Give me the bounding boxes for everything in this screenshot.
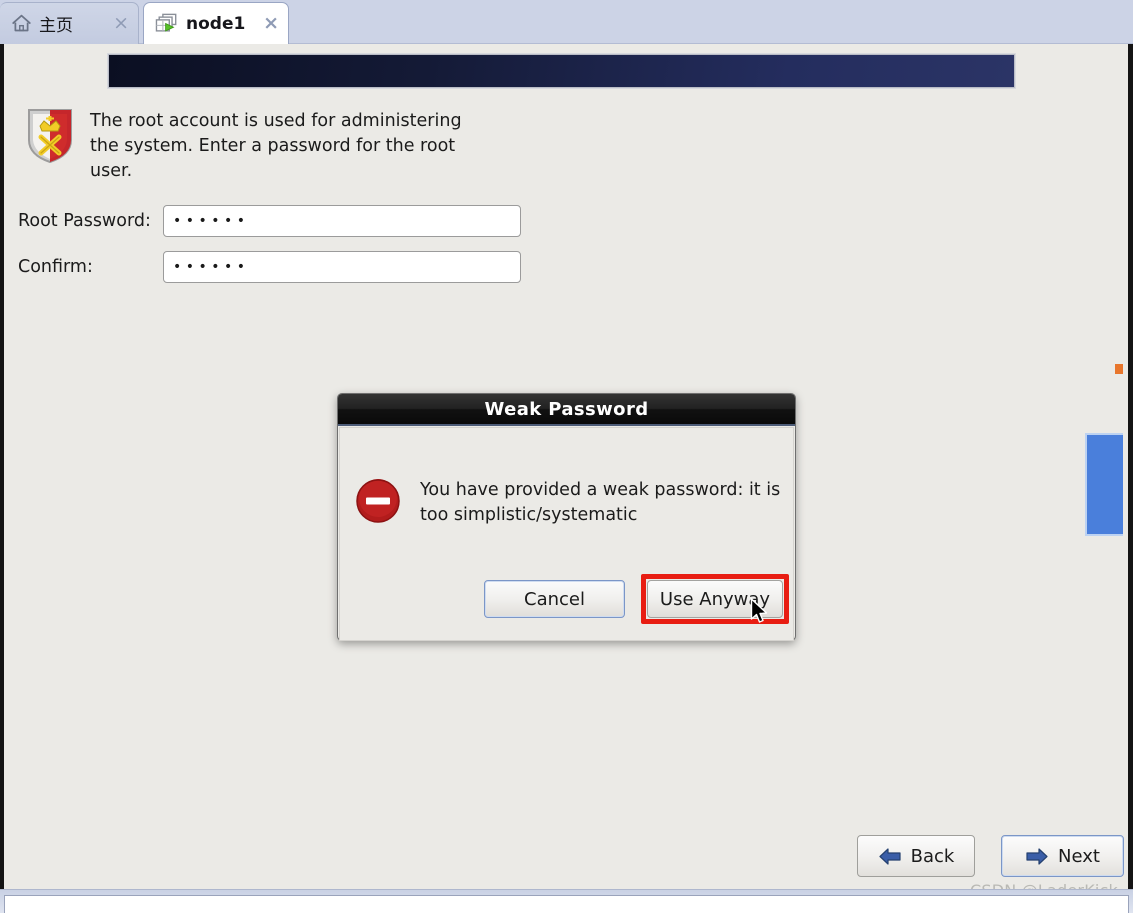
status-bar <box>0 889 1133 913</box>
tab-home-close-icon[interactable]: × <box>103 14 129 33</box>
vm-console-anaconda-installer[interactable]: The root account is used for administeri… <box>0 44 1133 900</box>
dialog-message: You have provided a weak password: it is… <box>420 480 781 525</box>
virt-manager-window: 主页 × node1 × The root account is used fo… <box>0 0 1133 913</box>
confirm-password-label: Confirm: <box>18 257 93 277</box>
home-icon <box>11 13 32 34</box>
dialog-titlebar: Weak Password <box>338 394 795 426</box>
back-button-label: Back <box>910 845 955 867</box>
root-shield-icon <box>24 107 76 169</box>
root-info-text: The root account is used for administeri… <box>90 111 462 181</box>
tab-node1-label: node1 <box>186 13 246 34</box>
root-password-info: The root account is used for administeri… <box>24 107 490 184</box>
tab-bar: 主页 × node1 × <box>0 0 1133 44</box>
root-password-input[interactable]: •••••• <box>163 205 521 237</box>
tab-home[interactable]: 主页 × <box>0 2 139 44</box>
use-anyway-button-label: Use Anyway <box>659 588 771 610</box>
dialog-content: You have provided a weak password: it is… <box>354 477 785 529</box>
dialog-title: Weak Password <box>484 398 649 420</box>
cancel-button[interactable]: Cancel <box>484 580 625 618</box>
arrow-left-icon <box>878 847 902 866</box>
root-password-row: Root Password: •••••• <box>18 205 521 237</box>
clipped-orange-marker <box>1115 364 1123 374</box>
installer-header-banner <box>108 54 1015 88</box>
vm-screen-icon <box>155 13 179 35</box>
back-button[interactable]: Back <box>857 835 975 877</box>
next-button-label: Next <box>1058 845 1100 867</box>
tab-node1[interactable]: node1 × <box>143 2 289 44</box>
status-bar-field <box>4 895 1129 913</box>
dialog-body: You have provided a weak password: it is… <box>339 427 794 641</box>
weak-password-dialog: Weak Password You have provided a weak p… <box>337 393 796 641</box>
clipped-blue-button[interactable] <box>1085 433 1123 536</box>
confirm-password-input[interactable]: •••••• <box>163 251 521 283</box>
root-password-label: Root Password: <box>18 211 151 231</box>
use-anyway-button[interactable]: Use Anyway <box>647 580 783 618</box>
next-button[interactable]: Next <box>1001 835 1124 877</box>
confirm-password-row: Confirm: •••••• <box>18 251 521 283</box>
error-circle-icon <box>354 477 402 529</box>
arrow-right-icon <box>1025 847 1049 866</box>
tab-node1-close-icon[interactable]: × <box>253 14 279 33</box>
tab-home-label: 主页 <box>39 16 73 36</box>
cancel-button-label: Cancel <box>524 588 585 610</box>
